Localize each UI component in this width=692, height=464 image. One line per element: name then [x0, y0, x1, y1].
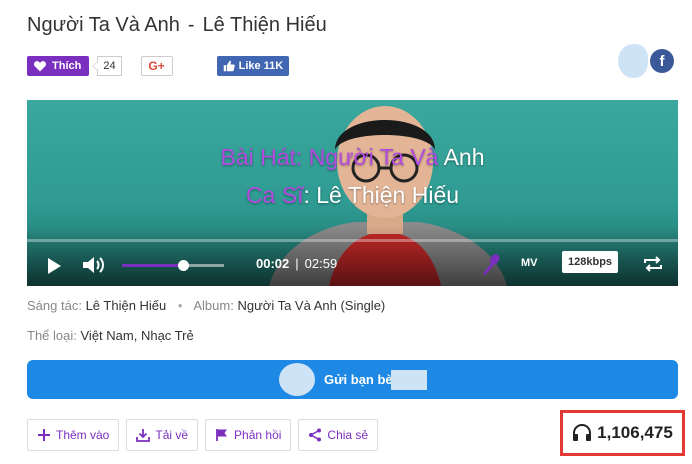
lyric-line-2-rest: : Lê Thiện Hiếu	[303, 182, 460, 208]
feedback-label: Phản hồi	[234, 428, 282, 442]
google-plus-button[interactable]: G+	[140, 56, 173, 76]
volume-slider[interactable]	[122, 260, 224, 271]
volume-level-fill	[122, 264, 184, 267]
duration: 02:59	[304, 256, 338, 271]
genre-label: Thể loại:	[27, 328, 77, 343]
seek-bar[interactable]	[27, 239, 678, 242]
song-artist-link[interactable]: Lê Thiện Hiếu	[203, 14, 327, 36]
song-credits: Sáng tác: Lê Thiện Hiếu • Album: Người T…	[27, 298, 385, 313]
send-to-friends-button[interactable]: Gửi bạn bè	[27, 360, 678, 399]
lyric-line-2: Ca Sĩ: Lê Thiện Hiếu	[27, 182, 678, 209]
plus-icon	[38, 429, 50, 441]
add-to-button[interactable]: Thêm vào	[27, 419, 120, 451]
play-icon[interactable]	[45, 256, 63, 276]
album-link[interactable]: Người Ta Và Anh (Single)	[237, 298, 385, 313]
download-button[interactable]: Tải về	[126, 419, 199, 451]
heart-icon	[33, 61, 47, 72]
current-time: 00:02	[256, 256, 290, 271]
facebook-like-label: Like 11K	[238, 60, 284, 72]
feedback-button[interactable]: Phản hồi	[205, 419, 292, 451]
lyric-line-2-highlight: Ca Sĩ	[245, 182, 304, 208]
facebook-like-button[interactable]: Like 11K	[216, 56, 290, 76]
volume-icon[interactable]	[81, 254, 105, 276]
genre-links[interactable]: Việt Nam, Nhạc Trẻ	[81, 328, 194, 343]
repeat-icon[interactable]	[642, 254, 664, 274]
flag-icon	[216, 429, 228, 441]
listen-count: 1,106,475	[597, 423, 673, 442]
quality-selector[interactable]: 128kbps	[562, 251, 619, 273]
song-genre: Thể loại: Việt Nam, Nhạc Trẻ	[27, 328, 194, 343]
like-button[interactable]: Thích	[27, 56, 90, 76]
headphones-icon	[573, 424, 592, 441]
song-title-heading: Người Ta Và Anh - Lê Thiện Hiếu	[27, 14, 327, 37]
song-title: Người Ta Và Anh	[27, 14, 180, 36]
share-label: Chia sẻ	[327, 428, 369, 442]
listen-count-box: 1,106,475	[560, 410, 685, 456]
composer-label: Sáng tác:	[27, 298, 82, 313]
like-label: Thích	[52, 60, 82, 72]
mv-button[interactable]: MV	[521, 257, 538, 269]
time-separator: |	[295, 256, 299, 271]
send-redaction-patch	[391, 370, 427, 390]
download-icon	[136, 429, 151, 442]
microphone-icon[interactable]	[483, 253, 501, 275]
add-to-label: Thêm vào	[56, 428, 110, 442]
social-actions-row: Thích 24 G+ Like 11K	[27, 55, 290, 77]
time-display: 00:02 | 02:59	[256, 256, 337, 271]
share-button[interactable]: Chia sẻ	[298, 419, 379, 451]
album-label: Album:	[193, 298, 234, 313]
like-count-badge: 24	[92, 56, 122, 76]
lyric-line-1-rest: Anh	[438, 144, 485, 170]
lyric-line-1: Bài Hát: Người Ta Và Anh	[27, 144, 678, 171]
share-icons: f	[618, 44, 674, 78]
download-label: Tải về	[155, 428, 189, 442]
meta-dot-separator: •	[177, 298, 183, 313]
send-to-friends-label: Gửi bạn bè	[324, 372, 393, 387]
player-controls: 00:02 | 02:59 MV 128kbps	[27, 246, 678, 286]
share-icon	[309, 428, 322, 442]
song-action-buttons: Thêm vào Tải về Phản hồi Chia sẻ	[27, 419, 385, 451]
title-separator: -	[187, 14, 195, 36]
composer-link[interactable]: Lê Thiện Hiếu	[86, 298, 167, 313]
lyric-line-1-highlight: Bài Hát: Người Ta Và	[220, 144, 439, 170]
thumbs-up-icon	[223, 60, 235, 72]
volume-slider-handle[interactable]	[177, 260, 189, 271]
facebook-share-icon[interactable]: f	[650, 49, 674, 73]
share-placeholder-icon[interactable]	[618, 44, 648, 78]
music-player[interactable]: Bài Hát: Người Ta Và Anh Ca Sĩ: Lê Thiện…	[27, 100, 678, 286]
send-placeholder-icon	[279, 363, 315, 396]
